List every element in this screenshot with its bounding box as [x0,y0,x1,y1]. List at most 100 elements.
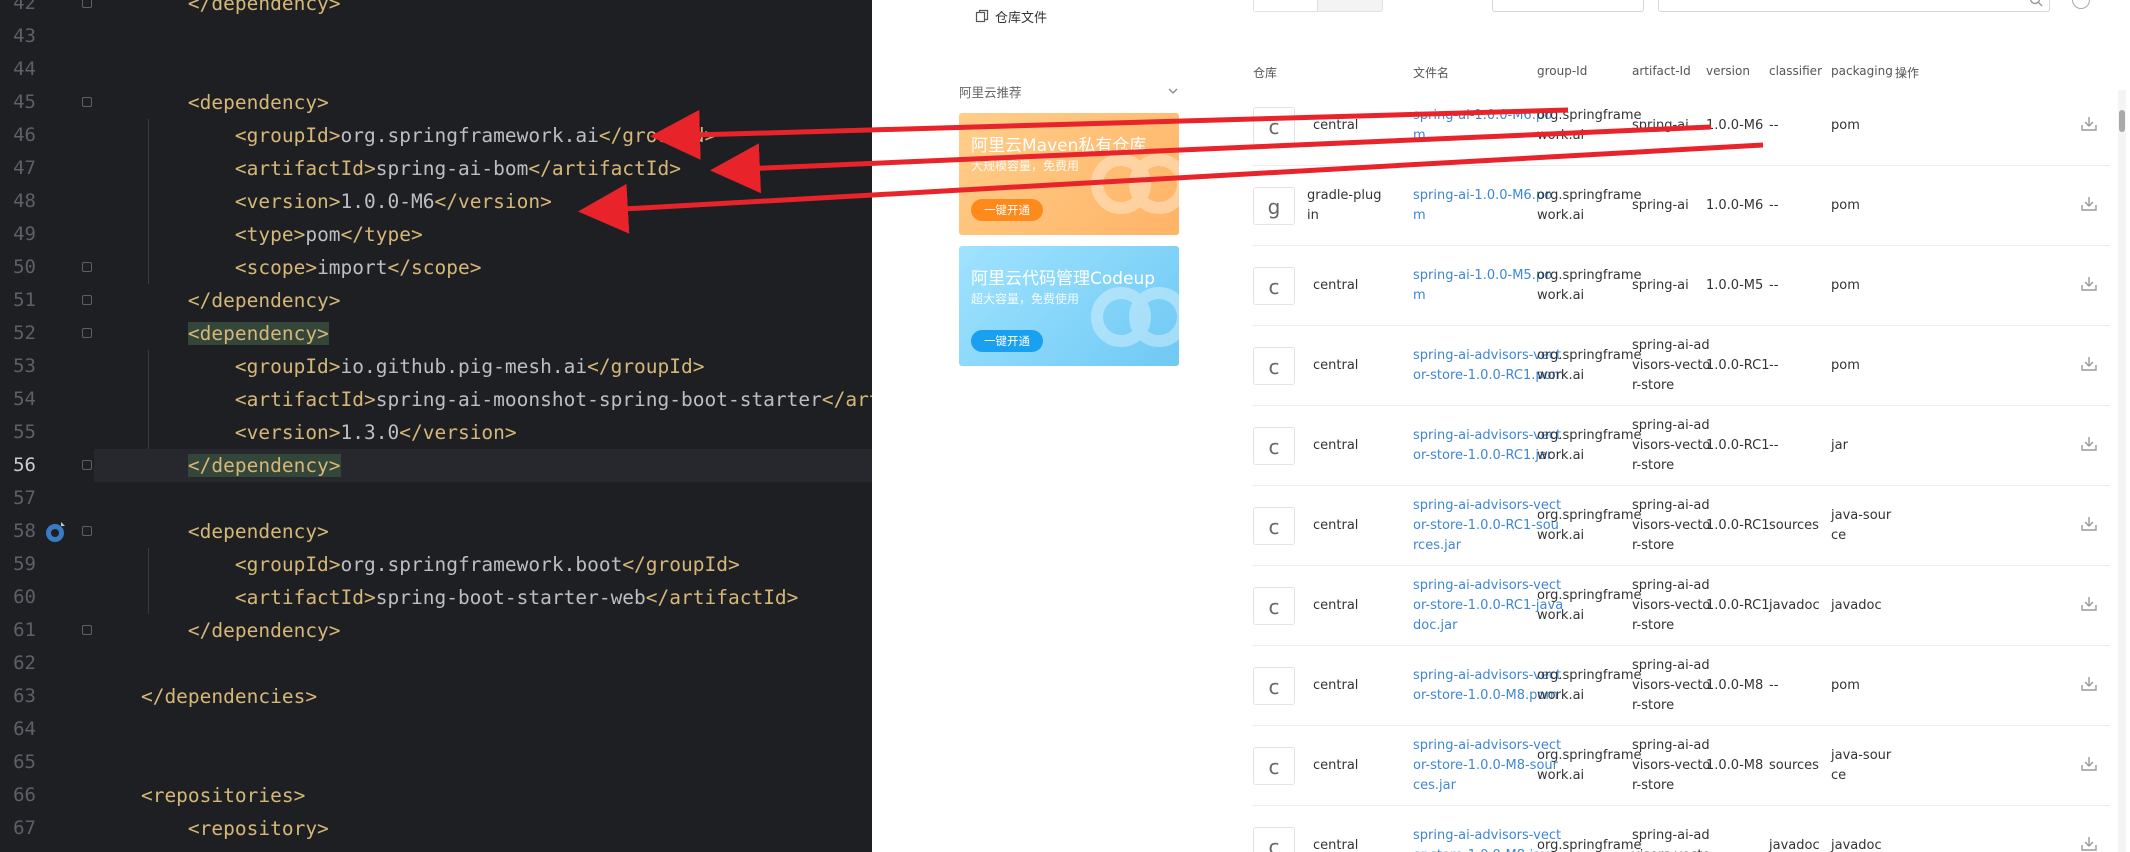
code-line[interactable]: <repositories> [94,779,872,812]
code-line[interactable]: <repository> [94,812,872,845]
line-number[interactable]: 61 [0,614,36,647]
download-icon[interactable] [2080,755,2098,773]
table-row[interactable]: ccentralspring-ai-advisors-vector-store-… [1253,486,2110,566]
code-line[interactable]: <groupId>io.github.pig-mesh.ai</groupId> [94,350,872,383]
line-number[interactable]: 63 [0,680,36,713]
cell-filename-link[interactable]: m [1413,286,1426,306]
repo-files-link[interactable]: 仓库文件 [975,6,1047,26]
download-icon[interactable] [2080,355,2098,373]
search-icon[interactable] [2029,0,2043,7]
code-line[interactable] [94,20,872,53]
line-number[interactable]: 48 [0,185,36,218]
code-line[interactable]: <dependency> [94,317,872,350]
line-number[interactable]: 50 [0,251,36,284]
line-number[interactable]: 51 [0,284,36,317]
fold-toggle-icon[interactable] [82,625,92,635]
code-line[interactable]: </dependency> [94,449,872,482]
line-number[interactable]: 64 [0,713,36,746]
line-number[interactable]: 57 [0,482,36,515]
download-icon[interactable] [2080,675,2098,693]
fold-toggle-icon[interactable] [82,295,92,305]
line-number[interactable]: 52 [0,317,36,350]
cell-filename-link[interactable]: or-store-1.0.0-RC1.jar [1413,446,1552,466]
fold-toggle-icon[interactable] [82,262,92,272]
code-line[interactable] [94,713,872,746]
cell-filename-link[interactable]: m [1413,126,1426,146]
cell-filename-link[interactable]: doc.jar [1413,616,1457,636]
scrollbar-thumb[interactable] [2119,110,2125,132]
repository-select[interactable] [1492,0,1644,12]
code-line[interactable]: <artifactId>spring-ai-bom</artifactId> [94,152,872,185]
line-number[interactable]: 53 [0,350,36,383]
line-number[interactable]: 66 [0,779,36,812]
code-line[interactable]: <dependency> [94,86,872,119]
fold-toggle-icon[interactable] [82,328,92,338]
code-line[interactable]: <dependency> [94,515,872,548]
cell-filename-link[interactable]: rces.jar [1413,536,1461,556]
page-scrollbar[interactable] [2118,90,2126,852]
table-row[interactable]: g gradle-plug in spring-ai-1.0.0-M6.po m org.… [1253,166,2110,246]
chevron-down-icon[interactable] [1167,85,1179,97]
run-gutter-icon[interactable] [44,520,68,544]
line-number[interactable]: 59 [0,548,36,581]
line-number[interactable]: 42 [0,0,36,20]
download-icon[interactable] [2080,835,2098,852]
code-line[interactable]: <version>1.0.0-M6</version> [94,185,872,218]
line-number[interactable]: 43 [0,20,36,53]
line-number[interactable]: 56 [0,449,36,482]
line-number[interactable]: 55 [0,416,36,449]
table-row[interactable]: ccentralspring-ai-advisors-vector-store-… [1253,806,2110,852]
line-number[interactable]: 62 [0,647,36,680]
promo-card-maven[interactable]: 阿里云Maven私有仓库 大规模容量，免费用 一键开通 [959,113,1179,235]
line-number[interactable]: 65 [0,746,36,779]
table-row[interactable]: ccentralspring-ai-advisors-vector-store-… [1253,566,2110,646]
line-number[interactable]: 67 [0,812,36,845]
code-line[interactable]: <artifactId>spring-ai-moonshot-spring-bo… [94,383,872,416]
promo-card-codeup[interactable]: 阿里云代码管理Codeup 超大容量，免费使用 一键开通 [959,246,1179,366]
download-icon[interactable] [2080,595,2098,613]
code-line[interactable] [94,53,872,86]
cell-filename-link[interactable]: spring-ai-1.0.0-M6.po [1413,186,1552,206]
activate-button[interactable]: 一键开通 [971,199,1043,221]
code-line[interactable]: <scope>import</scope> [94,251,872,284]
table-row[interactable]: ccentralspring-ai-advisors-vector-store-… [1253,406,2110,486]
code-line[interactable]: </dependency> [94,0,872,20]
line-number[interactable]: 60 [0,581,36,614]
code-line[interactable]: <artifactId>spring-boot-starter-web</art… [94,581,872,614]
cell-filename-link[interactable]: m [1413,206,1426,226]
fold-toggle-icon[interactable] [82,460,92,470]
code-editor[interactable]: 42 43 44 45 46 47 48 49 50 51 52 53 54 55 56 57 58 59 60 61… [0,0,872,852]
cell-filename-link[interactable]: ces.jar [1413,776,1456,796]
line-number[interactable]: 46 [0,119,36,152]
cell-filename-link[interactable]: or-store-1.0.0-M8-java [1413,846,1557,852]
recommend-header[interactable]: 阿里云推荐 [959,82,1179,100]
search-input[interactable] [1658,0,2050,12]
table-row[interactable]: ccentralspring-ai-advisors-vector-store-… [1253,646,2110,726]
line-number[interactable]: 47 [0,152,36,185]
search-mode-segment[interactable] [1254,0,1318,11]
code-line[interactable] [94,746,872,779]
download-icon[interactable] [2080,275,2098,293]
code-line[interactable]: </dependencies> [94,680,872,713]
help-icon[interactable] [2072,0,2090,9]
line-number[interactable]: 44 [0,53,36,86]
table-row[interactable]: c central spring-ai-1.0.0-M6.po m org.spring… [1253,86,2110,166]
code-line[interactable]: </dependency> [94,614,872,647]
download-icon[interactable] [2080,435,2098,453]
code-line[interactable]: <type>pom</type> [94,218,872,251]
table-row[interactable]: c central spring-ai-1.0.0-M5.po m org.spring… [1253,246,2110,326]
table-row[interactable]: ccentralspring-ai-advisors-vector-store-… [1253,326,2110,406]
activate-button[interactable]: 一键开通 [971,330,1043,352]
download-icon[interactable] [2080,195,2098,213]
fold-toggle-icon[interactable] [82,97,92,107]
table-row[interactable]: ccentralspring-ai-advisors-vector-store-… [1253,726,2110,806]
code-line[interactable]: </dependency> [94,284,872,317]
download-icon[interactable] [2080,115,2098,133]
line-number[interactable]: 49 [0,218,36,251]
line-number[interactable]: 45 [0,86,36,119]
search-mode-toggle[interactable] [1253,0,1383,12]
code-line[interactable]: <groupId>org.springframework.ai</groupId… [94,119,872,152]
code-line[interactable] [94,482,872,515]
fold-toggle-icon[interactable] [82,526,92,536]
fold-toggle-icon[interactable] [82,0,92,8]
